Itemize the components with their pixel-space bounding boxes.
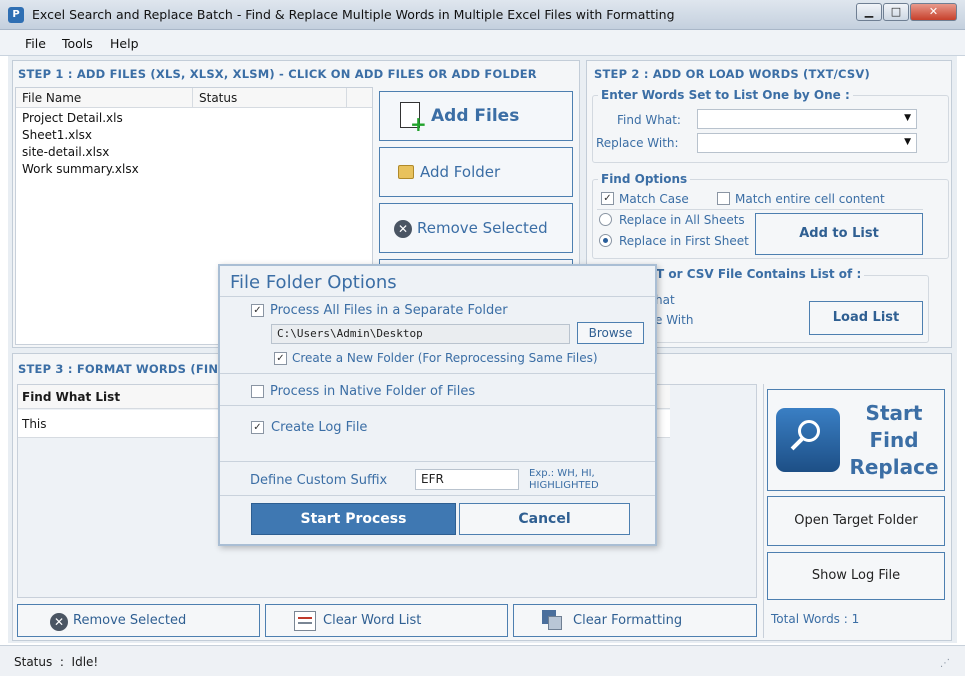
dialog-title: File Folder Options <box>230 272 397 293</box>
add-folder-label: Add Folder <box>420 163 501 181</box>
column-find-what-list[interactable]: Find What List <box>22 390 120 404</box>
replace-with-label: Replace With: <box>596 136 679 150</box>
add-file-icon: + <box>400 102 427 134</box>
load-line-1: hat <box>655 293 675 307</box>
menu-file[interactable]: File <box>25 36 46 51</box>
process-separate-label: Process All Files in a Separate Folder <box>270 303 508 318</box>
load-line-2: e With <box>655 313 694 327</box>
process-native-label: Process in Native Folder of Files <box>270 384 476 399</box>
replace-first-sheet-label: Replace in First Sheet <box>619 234 749 248</box>
suffix-input[interactable]: EFR <box>415 469 519 490</box>
remove-selected-words-button[interactable]: ✕ Remove Selected <box>17 604 260 637</box>
find-what-label: Find What: <box>617 113 681 127</box>
replace-first-sheet-radio[interactable] <box>599 234 612 247</box>
step1-title: STEP 1 : ADD FILES (XLS, XLSX, XLSM) - C… <box>18 67 537 81</box>
add-files-button[interactable]: + Add Files <box>379 91 573 141</box>
divider <box>220 461 655 462</box>
match-case-checkbox[interactable]: ✓ <box>601 192 614 205</box>
file-folder-options-dialog: File Folder Options ✓ Process All Files … <box>218 264 657 546</box>
column-status[interactable]: Status <box>199 91 237 105</box>
menu-bar: File Tools Help <box>0 30 965 56</box>
maximize-button[interactable]: □ <box>883 3 909 21</box>
total-words-label: Total Words : 1 <box>771 612 860 626</box>
open-target-folder-button[interactable]: Open Target Folder <box>767 496 945 546</box>
match-entire-label: Match entire cell content <box>735 192 885 206</box>
process-native-checkbox[interactable] <box>251 385 264 398</box>
divider <box>597 209 923 210</box>
process-separate-checkbox[interactable]: ✓ <box>251 304 264 317</box>
file-row[interactable]: Sheet1.xlsx <box>22 128 92 142</box>
find-options-group-title: Find Options <box>598 172 691 186</box>
file-row[interactable]: Project Detail.xls <box>22 111 123 125</box>
start-process-button[interactable]: Start Process <box>251 503 456 535</box>
suffix-hint-line-1: Exp.: WH, HI, <box>529 468 595 479</box>
column-divider <box>346 88 347 108</box>
create-log-label: Create Log File <box>271 420 368 435</box>
create-new-folder-checkbox[interactable]: ✓ <box>274 352 287 365</box>
clear-formatting-label: Clear Formatting <box>573 613 683 628</box>
menu-help[interactable]: Help <box>110 36 139 51</box>
replace-all-sheets-label: Replace in All Sheets <box>619 213 745 227</box>
status-text: Status : Idle! <box>14 655 99 669</box>
suffix-hint-line-2: HIGHLIGHTED <box>529 480 599 491</box>
divider <box>220 296 655 297</box>
folder-path-field[interactable]: C:\Users\Admin\Desktop <box>271 324 570 344</box>
load-list-group-title: T or CSV File Contains List of : <box>653 267 865 281</box>
find-what-combo[interactable]: ▼ <box>697 109 917 129</box>
enter-words-group-title: Enter Words Set to List One by One : <box>598 88 853 102</box>
add-folder-button[interactable]: Add Folder <box>379 147 573 197</box>
file-grid-header: File Name Status <box>16 88 372 108</box>
find-line: Find <box>869 428 919 452</box>
column-file-name[interactable]: File Name <box>22 91 81 105</box>
start-find-replace-button[interactable]: Start Find Replace <box>767 389 945 491</box>
create-new-folder-label: Create a New Folder (For Reprocessing Sa… <box>292 351 598 365</box>
clear-formatting-button[interactable]: Clear Formatting <box>513 604 757 637</box>
remove-selected-words-label: Remove Selected <box>73 613 187 628</box>
word-cell: This <box>22 417 47 431</box>
add-to-list-button[interactable]: Add to List <box>755 213 923 255</box>
step2-title: STEP 2 : ADD OR LOAD WORDS (TXT/CSV) <box>594 67 870 81</box>
add-files-label: Add Files <box>431 106 520 126</box>
close-button[interactable]: ✕ <box>910 3 957 21</box>
window-title: Excel Search and Replace Batch - Find & … <box>32 7 675 22</box>
divider <box>220 405 655 406</box>
divider <box>220 495 655 496</box>
minimize-button[interactable]: ▁ <box>856 3 882 21</box>
start-line: Start <box>865 401 923 425</box>
menu-tools[interactable]: Tools <box>62 36 93 51</box>
chevron-down-icon: ▼ <box>904 113 911 123</box>
step3-title: STEP 3 : FORMAT WORDS (FIND <box>18 362 228 376</box>
load-list-button[interactable]: Load List <box>809 301 923 335</box>
cancel-button[interactable]: Cancel <box>459 503 630 535</box>
match-case-label: Match Case <box>619 192 689 206</box>
clear-list-icon <box>294 611 316 631</box>
title-bar: P Excel Search and Replace Batch - Find … <box>0 0 965 30</box>
replace-line: Replace <box>849 455 939 479</box>
remove-icon: ✕ <box>394 220 412 238</box>
create-log-checkbox[interactable]: ✓ <box>251 421 264 434</box>
folder-icon <box>398 165 414 179</box>
remove-selected-files-button[interactable]: ✕ Remove Selected <box>379 203 573 253</box>
app-icon: P <box>8 7 24 23</box>
clear-word-list-button[interactable]: Clear Word List <box>265 604 508 637</box>
status-bar: Status : Idle! ⋰ <box>0 645 965 676</box>
match-entire-checkbox[interactable] <box>717 192 730 205</box>
show-log-file-button[interactable]: Show Log File <box>767 552 945 600</box>
clear-word-list-label: Clear Word List <box>323 613 422 628</box>
replace-with-combo[interactable]: ▼ <box>697 133 917 153</box>
column-divider <box>192 88 193 108</box>
clear-formatting-icon <box>542 610 562 630</box>
divider <box>220 373 655 374</box>
resize-grip-icon[interactable]: ⋰ <box>940 658 950 669</box>
replace-all-sheets-radio[interactable] <box>599 213 612 226</box>
suffix-label: Define Custom Suffix <box>250 473 388 488</box>
chevron-down-icon: ▼ <box>904 137 911 147</box>
remove-selected-label: Remove Selected <box>417 219 548 237</box>
file-row[interactable]: Work summary.xlsx <box>22 162 139 176</box>
magnifier-icon <box>776 408 840 472</box>
file-row[interactable]: site-detail.xlsx <box>22 145 109 159</box>
remove-icon: ✕ <box>50 613 68 631</box>
browse-button[interactable]: Browse <box>577 322 644 344</box>
